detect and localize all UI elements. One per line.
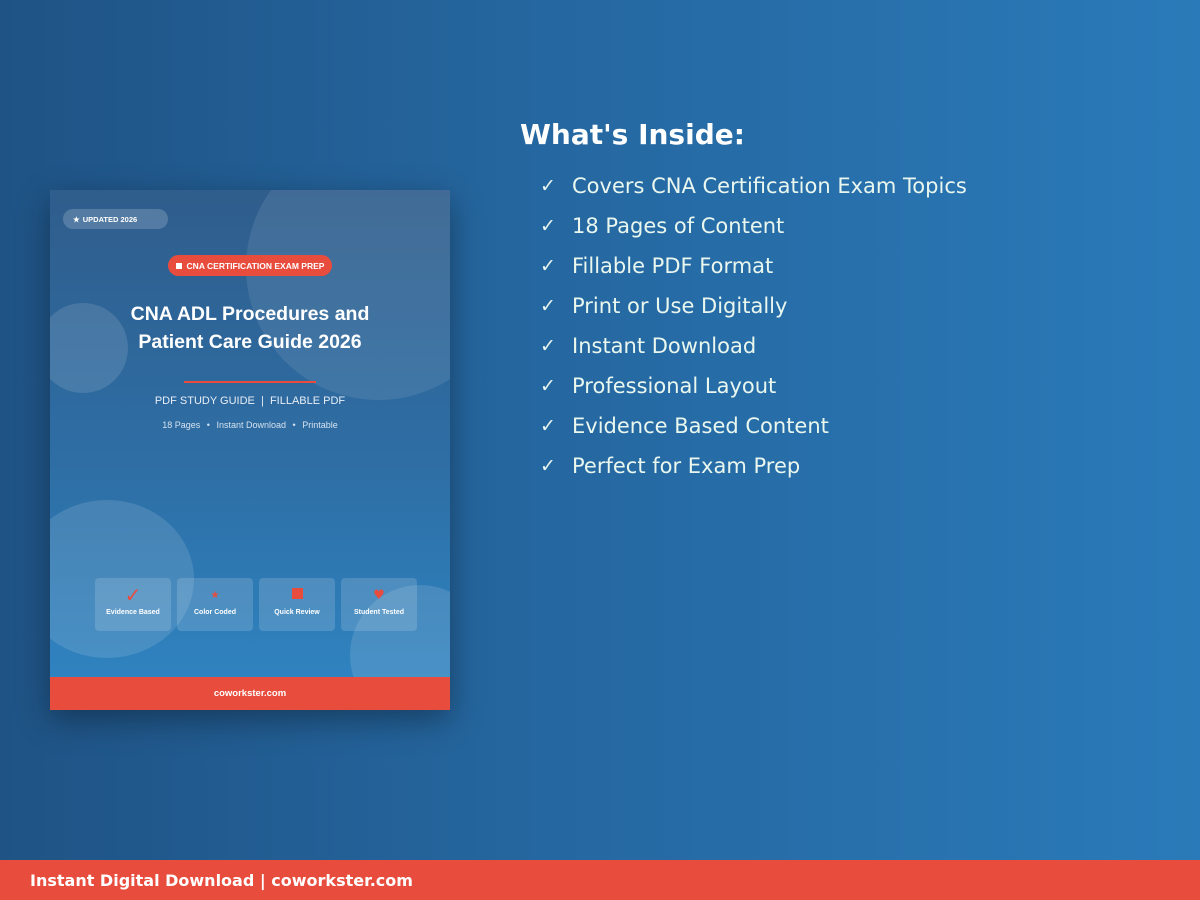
list-item-label: 18 Pages of Content <box>572 214 785 238</box>
check-icon: ✓ <box>540 455 556 477</box>
list-item: ✓ Instant Download <box>540 326 967 366</box>
meta-download: Instant Download <box>216 420 287 430</box>
feature-color-coded: ★ Color Coded <box>177 578 253 631</box>
list-item-label: Fillable PDF Format <box>572 254 774 278</box>
feature-label: Student Tested <box>353 609 405 616</box>
decorative-circle <box>246 190 450 400</box>
feature-label: Evidence Based <box>106 609 160 616</box>
cover-meta: 18 Pages • Instant Download • Printable <box>50 420 450 430</box>
cover-title: CNA ADL Procedures and Patient Care Guid… <box>50 300 450 356</box>
star-icon: ★ <box>73 214 80 224</box>
check-icon: ✓ <box>540 335 556 357</box>
feature-student-tested: ♥ Student Tested <box>341 578 417 631</box>
star-icon: ★ <box>210 589 220 601</box>
heart-icon: ♥ <box>373 587 385 603</box>
list-item: ✓ Professional Layout <box>540 366 967 406</box>
list-item: ✓ Print or Use Digitally <box>540 286 967 326</box>
check-icon: ✓ <box>540 175 556 197</box>
updated-badge-label: UPDATED 2026 <box>82 214 138 224</box>
feature-evidence-based: ✓ Evidence Based <box>95 578 171 631</box>
list-item-label: Evidence Based Content <box>572 414 829 438</box>
list-item-label: Covers CNA Certification Exam Topics <box>572 174 967 198</box>
square-icon <box>291 584 303 606</box>
footer-text: Instant Digital Download | coworkster.co… <box>30 870 413 890</box>
check-icon: ✓ <box>540 415 556 437</box>
cover-formats: PDF STUDY GUIDE | FILLABLE PDF <box>154 395 346 407</box>
check-icon: ✓ <box>540 255 556 277</box>
check-icon: ✓ <box>540 295 556 317</box>
list-item-label: Perfect for Exam Prep <box>572 454 801 478</box>
list-item: ✓ Evidence Based Content <box>540 406 967 446</box>
check-icon: ✓ <box>540 215 556 237</box>
list-item: ✓ Perfect for Exam Prep <box>540 446 967 486</box>
whats-inside-list: ✓ Covers CNA Certification Exam Topics ✓… <box>540 166 967 486</box>
meta-printable: Printable <box>302 420 338 430</box>
meta-separator: • <box>292 420 296 430</box>
title-divider <box>184 381 316 383</box>
list-item-label: Instant Download <box>572 334 757 358</box>
updated-badge: ★ UPDATED 2026 <box>63 209 168 229</box>
cover-title-line: CNA ADL Procedures and <box>130 303 370 325</box>
list-item: ✓ 18 Pages of Content <box>540 206 967 246</box>
exam-prep-badge: CNA CERTIFICATION EXAM PREP <box>168 255 332 276</box>
square-icon <box>175 262 182 269</box>
list-item: ✓ Covers CNA Certification Exam Topics <box>540 166 967 206</box>
list-item-label: Print or Use Digitally <box>572 294 788 318</box>
footer-bar: Instant Digital Download | coworkster.co… <box>0 860 1200 900</box>
product-cover: ★ UPDATED 2026 CNA CERTIFICATION EXAM PR… <box>50 190 450 710</box>
feature-quick-review: Quick Review <box>259 578 335 631</box>
list-item: ✓ Fillable PDF Format <box>540 246 967 286</box>
meta-pages: 18 Pages <box>162 420 201 430</box>
list-item-label: Professional Layout <box>572 374 777 398</box>
check-icon: ✓ <box>124 583 142 607</box>
feature-label: Color Coded <box>194 609 236 616</box>
meta-separator: • <box>206 420 210 430</box>
cover-footer-url: coworkster.com <box>50 677 450 710</box>
feature-boxes: ✓ Evidence Based ★ Color Coded Quick Rev… <box>95 578 417 631</box>
check-icon: ✓ <box>540 375 556 397</box>
feature-label: Quick Review <box>274 609 320 616</box>
exam-prep-badge-label: CNA CERTIFICATION EXAM PREP <box>186 260 325 271</box>
whats-inside-heading: What's Inside: <box>520 118 745 151</box>
cover-title-line: Patient Care Guide 2026 <box>138 331 362 353</box>
